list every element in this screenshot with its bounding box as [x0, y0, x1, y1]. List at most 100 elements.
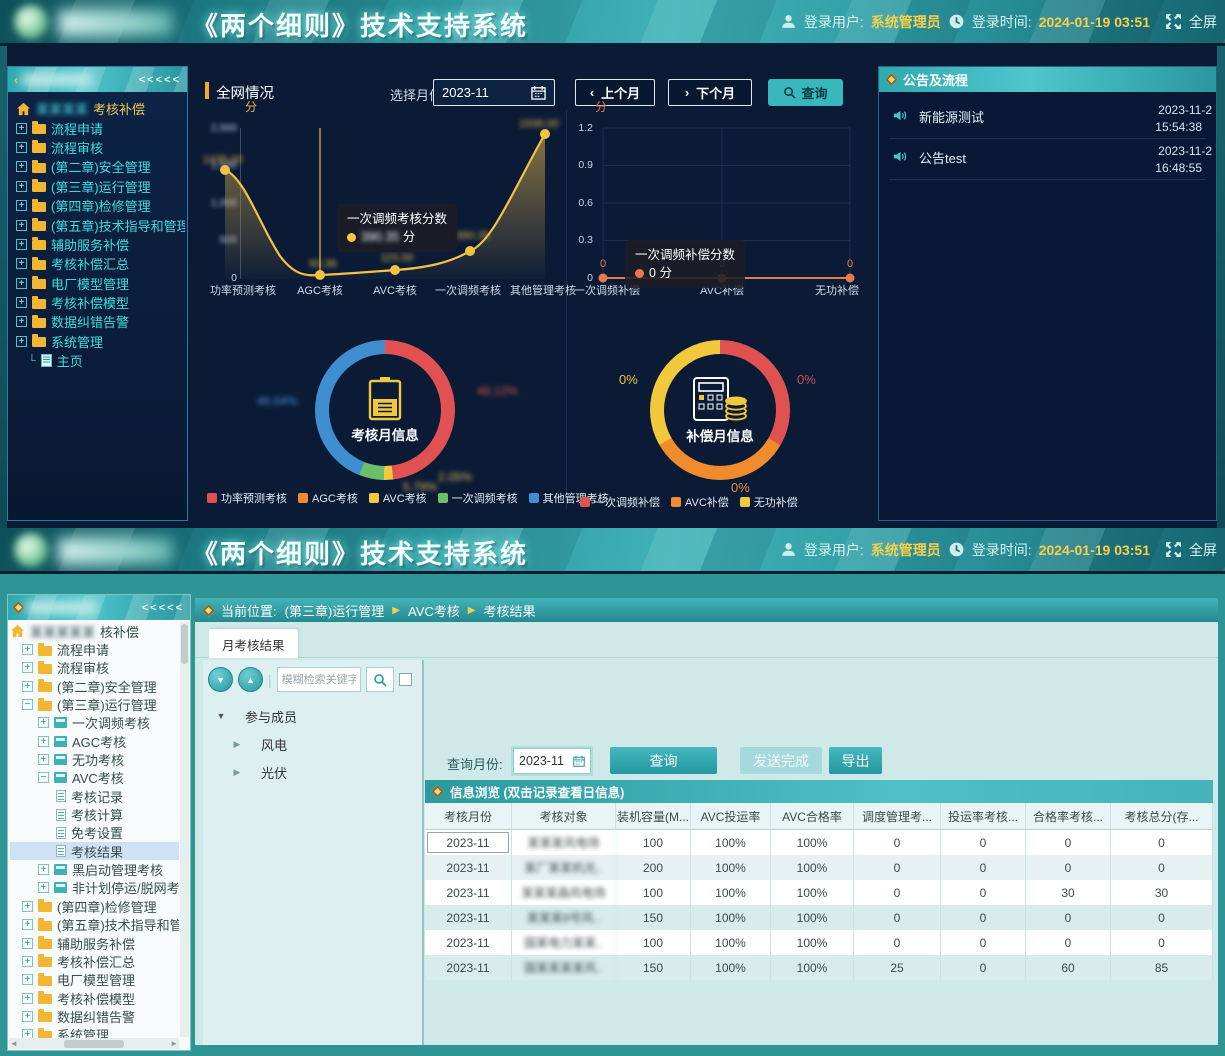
column-header[interactable]: 装机容量(M... [616, 803, 691, 830]
member-tree-root[interactable]: ▼参与成员 [203, 702, 422, 730]
calendar-icon[interactable] [573, 754, 585, 768]
legend-label[interactable]: AVC补偿 [685, 494, 729, 510]
table-row[interactable]: 2023-11 某某某风电场 100 100% 100% 0 0 0 0 [425, 830, 1213, 855]
member-tree-item[interactable]: ▶光伏 [203, 758, 422, 786]
sidebar-item[interactable]: +无功考核 [10, 750, 179, 768]
sidebar-item[interactable]: +考核补偿汇总 [10, 952, 179, 970]
column-header[interactable]: 考核月份 [425, 803, 512, 830]
sidebar-item[interactable]: +(第四章)检修管理 [10, 897, 179, 915]
sidebar-item[interactable]: +辅助服务补偿 [16, 235, 185, 254]
search-button[interactable] [366, 667, 394, 692]
sidebar-item[interactable]: +电厂模型管理 [16, 274, 185, 293]
expand-icon[interactable]: + [22, 974, 33, 985]
triangle-right-icon[interactable]: ▶ [231, 767, 243, 778]
vertical-scrollbar[interactable] [180, 622, 189, 1037]
column-header[interactable]: 合格率考核... [1026, 803, 1111, 830]
fullscreen-icon[interactable] [1165, 541, 1182, 558]
legend-label[interactable]: 无功补偿 [754, 494, 798, 510]
expand-icon[interactable]: + [38, 882, 49, 893]
expand-icon[interactable]: + [22, 901, 33, 912]
legend-label[interactable]: 一次调频补偿 [594, 494, 660, 510]
query-month-input[interactable] [519, 754, 569, 768]
sidebar-item[interactable]: +(第二章)安全管理 [10, 677, 179, 695]
select-checkbox[interactable] [399, 673, 412, 686]
table-row[interactable]: 2023-11 某某某森风电场 100 100% 100% 0 0 30 30 [425, 880, 1213, 905]
collapse-arrows[interactable]: <<<<< [139, 74, 181, 86]
sidebar-item[interactable]: +考核补偿模型 [16, 293, 185, 312]
expand-icon[interactable]: + [16, 220, 27, 231]
expand-icon[interactable]: + [38, 864, 49, 875]
expand-icon[interactable]: + [16, 123, 27, 134]
collapse-icon[interactable]: − [38, 772, 49, 783]
sidebar-header[interactable]: <<<<< [8, 595, 190, 620]
query-month-picker[interactable] [513, 748, 591, 774]
sidebar-item[interactable]: +非计划停运/脱网考核 [10, 879, 179, 897]
expand-icon[interactable]: + [16, 181, 27, 192]
triangle-down-icon[interactable]: ▼ [215, 711, 227, 721]
sidebar-item[interactable]: +(第五章)技术指导和管理 [10, 916, 179, 934]
member-tree-item[interactable]: ▶风电 [203, 730, 422, 758]
breadcrumb-item[interactable]: (第三章)运行管理 [285, 601, 385, 620]
sidebar-item[interactable]: +流程审核 [10, 659, 179, 677]
month-input[interactable] [442, 85, 525, 100]
table-row[interactable]: 2023-11 国某电力某某.. 100 100% 100% 0 0 0 0 [425, 930, 1213, 955]
column-header[interactable]: 考核对象 [512, 803, 616, 830]
query-button[interactable]: 查询 [768, 79, 843, 106]
query-button[interactable]: 查询 [610, 747, 717, 774]
month-cell-editor[interactable]: 2023-11 [427, 832, 509, 853]
expand-icon[interactable]: + [22, 1011, 33, 1022]
collapse-chevron-icon[interactable]: ‹ [14, 73, 18, 87]
expand-icon[interactable]: + [22, 681, 33, 692]
legend-label[interactable]: AVC考核 [383, 490, 427, 506]
tab-month-results[interactable]: 月考核结果 [209, 629, 298, 659]
sidebar-item-expanded[interactable]: −(第三章)运行管理 [10, 695, 179, 713]
sidebar-item[interactable]: +(第三章)运行管理 [16, 177, 185, 196]
sidebar-item[interactable]: +黑启动管理考核 [10, 860, 179, 878]
sidebar-item[interactable]: +(第五章)技术指导和管理 [16, 215, 185, 234]
sidebar-item[interactable]: +(第四章)检修管理 [16, 196, 185, 215]
expand-icon[interactable]: + [38, 717, 49, 728]
announcement-item-title[interactable]: 新能源测试 [919, 107, 984, 126]
sidebar-item[interactable]: +辅助服务补偿 [10, 934, 179, 952]
tree-root[interactable]: 某某某某某 核补偿 [10, 622, 179, 640]
scrollbar-thumb[interactable] [181, 624, 188, 664]
expand-icon[interactable]: + [22, 993, 33, 1004]
expand-icon[interactable]: + [38, 754, 49, 765]
sidebar-item[interactable]: 免考设置 [10, 824, 179, 842]
fullscreen-icon[interactable] [1165, 13, 1182, 30]
sidebar-item-selected[interactable]: 考核结果 [10, 842, 179, 860]
sidebar-item-expanded[interactable]: −AVC考核 [10, 769, 179, 787]
fullscreen-label[interactable]: 全屏 [1189, 12, 1217, 32]
tree-root[interactable]: 某某某某 考核补偿 [16, 99, 185, 118]
expand-icon[interactable]: + [22, 956, 33, 967]
fullscreen-label[interactable]: 全屏 [1189, 540, 1217, 560]
export-button[interactable]: 导出 [829, 747, 882, 774]
expand-icon[interactable]: + [16, 336, 27, 347]
sidebar-item[interactable]: +一次调频考核 [10, 714, 179, 732]
sidebar-item[interactable]: 考核计算 [10, 805, 179, 823]
expand-icon[interactable]: + [16, 297, 27, 308]
sidebar-item[interactable]: +考核补偿模型 [10, 989, 179, 1007]
breadcrumb-item[interactable]: 考核结果 [483, 601, 535, 620]
table-row[interactable]: 2023-11 某厂某某机光.. 200 100% 100% 0 0 0 0 [425, 855, 1213, 880]
expand-icon[interactable]: + [22, 938, 33, 949]
column-header[interactable]: AVC投运率 [691, 803, 771, 830]
legend-label[interactable]: AGC考核 [312, 490, 358, 506]
collapse-arrows[interactable]: <<<<< [142, 602, 184, 614]
scroll-left-arrow[interactable]: ◄ [10, 1039, 18, 1048]
sidebar-item[interactable]: 考核记录 [10, 787, 179, 805]
send-complete-button[interactable]: 发送完成 [740, 747, 822, 774]
horizontal-scrollbar[interactable]: ◄► [9, 1038, 179, 1049]
column-header[interactable]: 投运率考核... [941, 803, 1026, 830]
column-header[interactable]: AVC合格率 [771, 803, 854, 830]
expand-icon[interactable]: + [16, 161, 27, 172]
expand-icon[interactable]: + [16, 316, 27, 327]
collapse-icon[interactable]: − [22, 699, 33, 710]
sidebar-item[interactable]: +电厂模型管理 [10, 971, 179, 989]
sidebar-item-home[interactable]: └ 主页 [16, 351, 185, 370]
legend-label[interactable]: 一次调频考核 [452, 490, 518, 506]
legend-label[interactable]: 功率预测考核 [221, 490, 287, 506]
scroll-right-arrow[interactable]: ► [170, 1039, 178, 1048]
expand-icon[interactable]: + [22, 644, 33, 655]
sidebar-item[interactable]: +(第二章)安全管理 [16, 157, 185, 176]
